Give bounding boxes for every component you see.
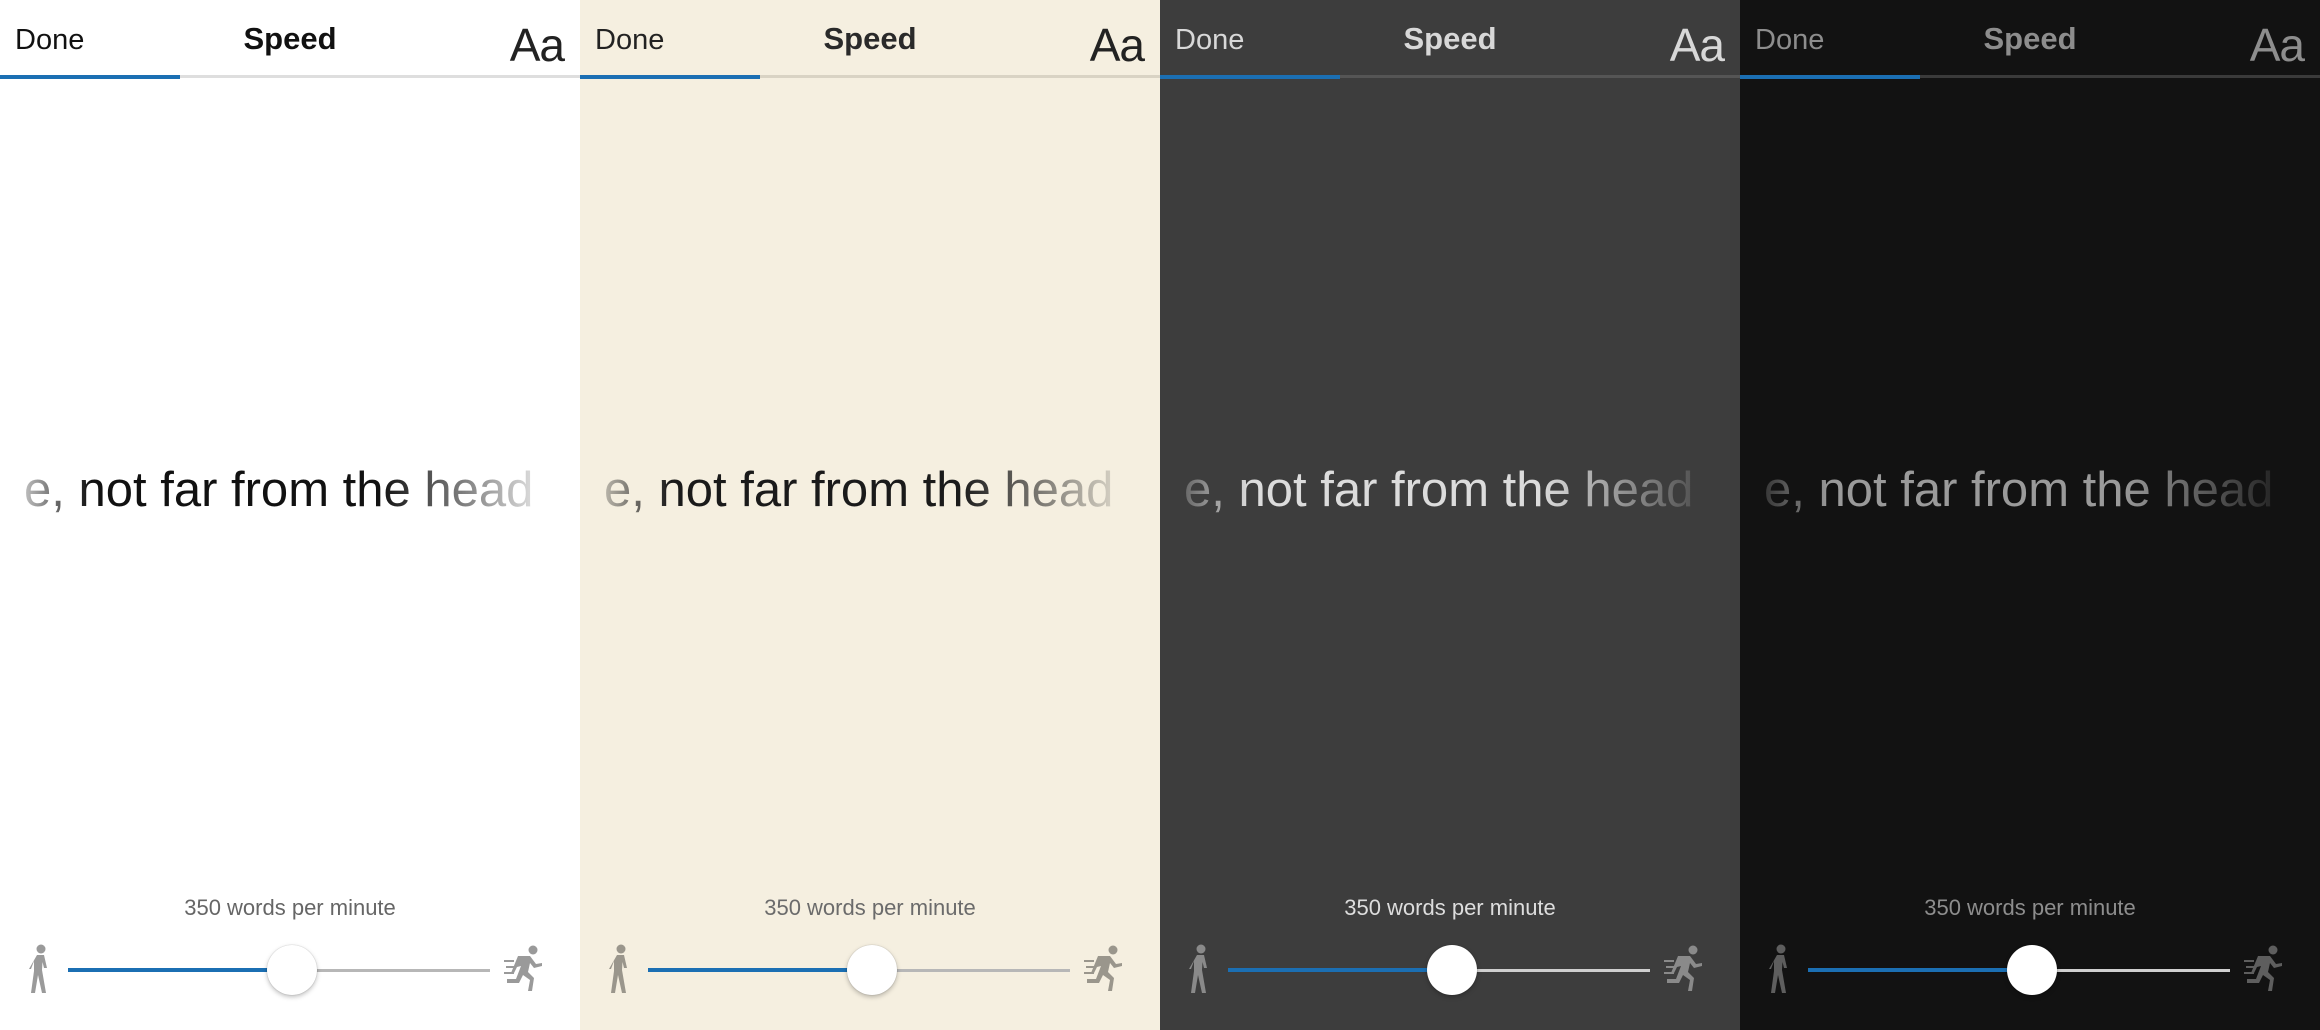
speed-slider[interactable]: [648, 940, 1070, 1000]
header-bar: Done Speed Aa: [1160, 0, 1740, 78]
slider-fill: [1228, 968, 1452, 972]
walking-person-icon: [609, 944, 627, 993]
reading-progress-fill: [580, 75, 760, 79]
reading-area: e, not far from the head: [1740, 455, 2320, 525]
reader-text: e, not far from the head: [604, 463, 1114, 517]
walking-person-icon: [1189, 944, 1207, 993]
reader-text: e, not far from the head: [1764, 463, 2274, 517]
slider-fill: [648, 968, 872, 972]
header-bar: Done Speed Aa: [580, 0, 1160, 78]
speed-label: 350 words per minute: [184, 895, 396, 920]
reading-progress-fill: [1160, 75, 1340, 79]
page-title: Speed: [823, 21, 917, 56]
walking-person-icon: [29, 944, 47, 993]
slider-fill: [1808, 968, 2032, 972]
slider-thumb[interactable]: [2006, 945, 2057, 995]
speed-screen-sepia: Done Speed Aa e, not far from the head 3…: [580, 0, 1160, 1030]
running-person-icon: [1664, 945, 1702, 991]
slider-thumb[interactable]: [846, 945, 897, 995]
slider-thumb[interactable]: [266, 945, 317, 995]
speed-slider[interactable]: [68, 940, 490, 1000]
slider-fill: [68, 968, 292, 972]
page-title: Speed: [243, 21, 337, 56]
speed-slider[interactable]: [1808, 940, 2230, 1000]
speed-label: 350 words per minute: [764, 895, 976, 920]
font-settings-button[interactable]: Aa: [2250, 20, 2305, 70]
speed-label: 350 words per minute: [1924, 895, 2136, 920]
header-bar: Done Speed Aa: [0, 0, 580, 78]
running-person-icon: [2244, 945, 2282, 991]
reading-progress-fill: [1740, 75, 1920, 79]
speed-screen-white: Done Speed Aa e, not far from the head 3…: [0, 0, 580, 1030]
reader-text: e, not far from the head: [1184, 463, 1694, 517]
reader-text: e, not far from the head: [24, 463, 534, 517]
speed-screen-gray: Done Speed Aa e, not far from the head 3…: [1160, 0, 1740, 1030]
page-title: Speed: [1403, 21, 1497, 56]
slider-thumb[interactable]: [1426, 945, 1477, 995]
speed-slider[interactable]: [1228, 940, 1650, 1000]
speed-screen-black: Done Speed Aa e, not far from the head 3…: [1740, 0, 2320, 1030]
running-person-icon: [504, 945, 542, 991]
font-settings-button[interactable]: Aa: [1090, 20, 1145, 70]
font-settings-button[interactable]: Aa: [1670, 20, 1725, 70]
theme-previews: Done Speed Aa e, not far from the head 3…: [0, 0, 2320, 1030]
reading-area: e, not far from the head: [0, 455, 580, 525]
reading-area: e, not far from the head: [1160, 455, 1740, 525]
reading-progress-fill: [0, 75, 180, 79]
reading-area: e, not far from the head: [580, 455, 1160, 525]
header-bar: Done Speed Aa: [1740, 0, 2320, 78]
page-title: Speed: [1983, 21, 2077, 56]
speed-label: 350 words per minute: [1344, 895, 1556, 920]
running-person-icon: [1084, 945, 1122, 991]
font-settings-button[interactable]: Aa: [510, 20, 565, 70]
walking-person-icon: [1769, 944, 1787, 993]
